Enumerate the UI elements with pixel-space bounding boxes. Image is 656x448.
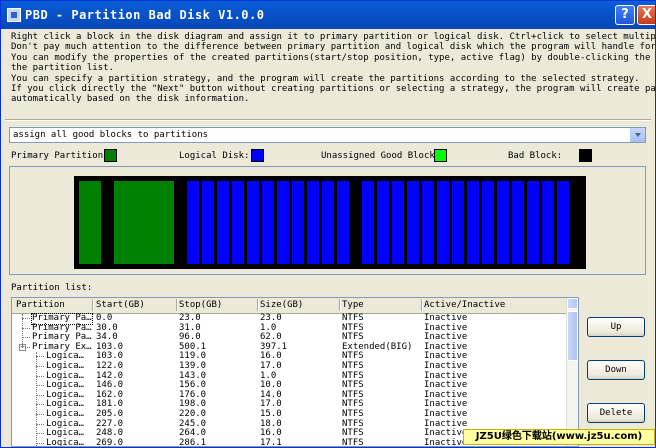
- tree-connector: [36, 394, 44, 396]
- disk-block-logical[interactable]: [497, 181, 509, 264]
- close-button[interactable]: X: [637, 5, 655, 25]
- tree-connector: [22, 337, 30, 339]
- tree-line: [22, 314, 23, 348]
- instruction-line: You can modify the properties of the cre…: [11, 52, 656, 63]
- disk-block-logical[interactable]: [407, 181, 419, 264]
- column-separator[interactable]: [92, 299, 94, 311]
- disk-block-primary[interactable]: [114, 181, 174, 264]
- legend-primary-label: Primary Partition:: [11, 151, 109, 161]
- column-header-type[interactable]: Type: [342, 300, 364, 310]
- tree-line: [36, 352, 37, 446]
- tree-connector: [36, 433, 44, 435]
- disk-diagram[interactable]: [74, 176, 586, 269]
- instruction-line: You can specify a partition strategy, an…: [11, 73, 640, 84]
- tree-connector: [36, 413, 44, 415]
- instructions-text: Right click a block in the disk diagram …: [11, 32, 656, 105]
- column-separator[interactable]: [339, 299, 341, 311]
- disk-block-logical[interactable]: [437, 181, 449, 264]
- strategy-dropdown[interactable]: assign all good blocks to partitions: [9, 127, 646, 143]
- divider: [5, 119, 651, 121]
- disk-block-primary[interactable]: [79, 181, 101, 264]
- delete-button[interactable]: Delete: [587, 403, 645, 423]
- strategy-value: assign all good blocks to partitions: [13, 130, 209, 140]
- legend-primary-swatch: [104, 149, 117, 162]
- partition-list-header: Partition Start(GB) Stop(GB) Size(GB) Ty…: [12, 298, 568, 314]
- up-button[interactable]: Up: [587, 317, 645, 337]
- disk-block-logical[interactable]: [527, 181, 539, 264]
- instruction-line: Don't pay much attention to the differen…: [11, 42, 656, 53]
- column-header-stop[interactable]: Stop(GB): [179, 300, 222, 310]
- legend-unassigned-label: Unassigned Good Block:: [321, 151, 441, 161]
- vertical-scrollbar[interactable]: [566, 298, 578, 446]
- legend-bad-swatch: [579, 149, 592, 162]
- tree-connector: [36, 404, 44, 406]
- window-title: PBD - Partition Bad Disk V1.0.0: [25, 8, 265, 22]
- title-bar[interactable]: PBD - Partition Bad Disk V1.0.0 ? X: [1, 1, 655, 29]
- tree-connector: [36, 442, 44, 444]
- disk-block-logical[interactable]: [377, 181, 389, 264]
- disk-block-logical[interactable]: [292, 181, 304, 264]
- cell-active: Inactive: [424, 437, 468, 447]
- column-header-start[interactable]: Start(GB): [96, 300, 145, 310]
- help-button[interactable]: ?: [615, 5, 635, 25]
- chevron-down-icon[interactable]: [630, 128, 645, 142]
- tree-connector: [36, 375, 44, 377]
- disk-block-logical[interactable]: [337, 181, 349, 264]
- disk-block-logical[interactable]: [202, 181, 214, 264]
- tree-connector: [36, 385, 44, 387]
- cell-size: 17.1: [260, 437, 282, 447]
- disk-block-logical[interactable]: [277, 181, 289, 264]
- column-header-size[interactable]: Size(GB): [260, 300, 303, 310]
- disk-block-logical[interactable]: [217, 181, 229, 264]
- scroll-thumb[interactable]: [567, 311, 578, 361]
- cell-partition: Logica…: [46, 437, 84, 447]
- partition-rows: Primary Pa… 0.0 23.0 23.0 NTFS Inactive Primar…: [12, 313, 568, 447]
- disk-block-logical[interactable]: [392, 181, 404, 264]
- disk-block-logical[interactable]: [557, 181, 569, 264]
- watermark-logo: JZ5U绿色下载站(www.jz5u.com): [463, 429, 655, 445]
- disk-block-logical[interactable]: [452, 181, 464, 264]
- app-icon: [7, 8, 21, 22]
- column-header-active[interactable]: Active/Inactive: [424, 300, 505, 310]
- cell-stop: 286.1: [179, 437, 207, 447]
- disk-block-logical[interactable]: [512, 181, 524, 264]
- tree-connector: [36, 365, 44, 367]
- tree-connector: [36, 423, 44, 425]
- disk-block-logical[interactable]: [247, 181, 259, 264]
- legend-bad-label: Bad Block:: [508, 151, 563, 161]
- disk-block-logical[interactable]: [187, 181, 199, 264]
- cell-start: 269.0: [96, 437, 124, 447]
- legend-logical-swatch: [251, 149, 264, 162]
- disk-block-logical[interactable]: [307, 181, 319, 264]
- tree-connector: [36, 356, 44, 358]
- disk-block-logical[interactable]: [262, 181, 274, 264]
- instruction-line: Right click a block in the disk diagram …: [11, 32, 656, 42]
- tree-connector: [22, 327, 30, 329]
- disk-block-logical[interactable]: [232, 181, 244, 264]
- column-separator[interactable]: [176, 299, 178, 311]
- column-header-partition[interactable]: Partition: [16, 300, 65, 310]
- disk-block-logical[interactable]: [482, 181, 494, 264]
- partition-list-label: Partition list:: [11, 283, 93, 293]
- disk-block-logical[interactable]: [467, 181, 479, 264]
- column-separator[interactable]: [257, 299, 259, 311]
- tree-connector: [22, 318, 30, 319]
- instruction-line: the partition list.: [11, 63, 114, 74]
- disk-block-logical[interactable]: [322, 181, 334, 264]
- instruction-line: automatically based on the disk informat…: [11, 94, 250, 105]
- cell-type: NTFS: [342, 437, 364, 447]
- column-separator[interactable]: [421, 299, 423, 311]
- scroll-up-arrow-icon[interactable]: [567, 298, 578, 309]
- disk-block-logical[interactable]: [362, 181, 374, 264]
- partition-list[interactable]: Partition Start(GB) Stop(GB) Size(GB) Ty…: [11, 297, 579, 447]
- down-button[interactable]: Down: [587, 360, 645, 380]
- main-window: PBD - Partition Bad Disk V1.0.0 ? X Righ…: [0, 0, 656, 448]
- legend-unassigned-swatch: [434, 149, 447, 162]
- disk-block-logical[interactable]: [422, 181, 434, 264]
- instruction-line: If you click directly the "Next" button …: [11, 84, 656, 95]
- legend-logical-label: Logical Disk:: [179, 151, 250, 161]
- disk-block-logical[interactable]: [542, 181, 554, 264]
